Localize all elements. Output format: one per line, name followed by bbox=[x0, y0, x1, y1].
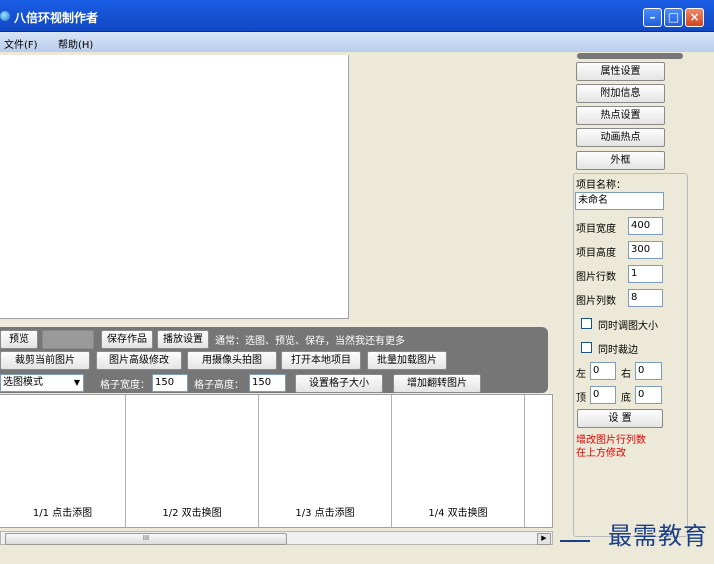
right-label: 右 bbox=[621, 369, 631, 380]
left-label: 左 bbox=[576, 369, 586, 380]
app-icon bbox=[0, 11, 10, 21]
menu-bar: 文件(F) 帮助(H) bbox=[0, 32, 714, 52]
rows-label: 图片行数 bbox=[576, 272, 616, 283]
cols-input[interactable]: 8 bbox=[628, 289, 663, 307]
batch-load-button[interactable]: 批量加载图片 bbox=[367, 351, 447, 370]
save-work-button[interactable]: 保存作品 bbox=[101, 330, 153, 349]
bottom-input[interactable]: 0 bbox=[635, 386, 662, 404]
watermark-text: 最需教育 bbox=[608, 522, 708, 550]
mode-select-value: 选图模式 bbox=[3, 377, 43, 388]
camera-capture-button[interactable]: 用摄像头拍图 bbox=[187, 351, 277, 370]
right-input[interactable]: 0 bbox=[635, 362, 662, 380]
play-settings-button[interactable]: 播放设置 bbox=[157, 330, 209, 349]
width-label: 项目宽度 bbox=[576, 224, 616, 235]
anim-hotspot-button[interactable]: 动画热点 bbox=[576, 128, 665, 147]
sync-crop-label: 同时裁边 bbox=[598, 345, 638, 356]
horizontal-scrollbar[interactable]: III ▶ bbox=[0, 531, 553, 545]
minimize-button[interactable]: – bbox=[643, 8, 662, 27]
crop-current-button[interactable]: 裁剪当前图片 bbox=[0, 351, 90, 370]
toolbar-panel: 预览 保存作品 播放设置 通常：选图、预览、保存，当然我还有更多 裁剪当前图片 … bbox=[0, 327, 548, 393]
thumbnail-cell[interactable] bbox=[525, 395, 552, 527]
note-line-1: 增改图片行列数 bbox=[576, 435, 646, 446]
open-local-button[interactable]: 打开本地项目 bbox=[281, 351, 361, 370]
panel-header-bar bbox=[577, 53, 683, 59]
extra-info-button[interactable]: 附加信息 bbox=[576, 84, 665, 103]
preview-button[interactable]: 预览 bbox=[0, 330, 38, 349]
height-label: 项目高度 bbox=[576, 248, 616, 259]
dropdown-arrow-icon: ▼ bbox=[73, 378, 80, 387]
title-bar: 八倍环视制作者 – □ × bbox=[0, 0, 714, 32]
window-title: 八倍环视制作者 bbox=[14, 11, 99, 25]
height-input[interactable]: 300 bbox=[628, 241, 663, 259]
set-grid-size-button[interactable]: 设置格子大小 bbox=[295, 374, 383, 393]
name-input[interactable]: 未命名 bbox=[575, 192, 664, 210]
watermark-line bbox=[560, 540, 590, 542]
note-text: 增改图片行列数 在上方修改 bbox=[576, 434, 646, 460]
thumbnail-label: 1/4 双击换图 bbox=[428, 508, 488, 519]
sync-resize-checkbox[interactable] bbox=[581, 318, 592, 329]
hint-text: 通常：选图、预览、保存，当然我还有更多 bbox=[215, 336, 405, 347]
top-label: 顶 bbox=[576, 393, 586, 404]
thumbnail-cell[interactable]: 1/4 双击换图 bbox=[392, 395, 525, 527]
thumbnail-strip: 1/1 点击添图 1/2 双击换图 1/3 点击添图 1/4 双击换图 bbox=[0, 394, 553, 528]
maximize-button[interactable]: □ bbox=[664, 8, 683, 27]
thumbnail-label: 1/3 点击添图 bbox=[295, 508, 355, 519]
hotspot-settings-button[interactable]: 热点设置 bbox=[576, 106, 665, 125]
thumbnail-label: 1/2 双击换图 bbox=[162, 508, 222, 519]
disabled-button bbox=[42, 330, 94, 349]
property-settings-button[interactable]: 属性设置 bbox=[576, 62, 665, 81]
grid-width-label: 格子宽度： bbox=[100, 380, 150, 391]
frame-button[interactable]: 外框 bbox=[576, 151, 665, 170]
thumbnail-cell[interactable]: 1/3 点击添图 bbox=[259, 395, 392, 527]
right-panel: 属性设置 附加信息 热点设置 动画热点 外框 项目名称： 未命名 项目宽度 40… bbox=[573, 53, 688, 537]
scrollbar-thumb[interactable]: III bbox=[5, 533, 287, 545]
thumbnail-label: 1/1 点击添图 bbox=[32, 508, 93, 519]
bottom-label: 底 bbox=[621, 393, 631, 404]
mode-select[interactable]: 选图模式 ▼ bbox=[0, 374, 84, 392]
sync-resize-label: 同时调图大小 bbox=[598, 321, 658, 332]
properties-box: 项目名称： 未命名 项目宽度 400 项目高度 300 图片行数 1 图片列数 … bbox=[573, 173, 688, 537]
top-input[interactable]: 0 bbox=[590, 386, 616, 404]
menu-help[interactable]: 帮助(H) bbox=[58, 36, 93, 51]
scroll-right-arrow-icon[interactable]: ▶ bbox=[537, 533, 551, 545]
grid-width-input[interactable]: 150 bbox=[152, 374, 188, 392]
sync-crop-checkbox[interactable] bbox=[581, 342, 592, 353]
cols-label: 图片列数 bbox=[576, 296, 616, 307]
advanced-edit-button[interactable]: 图片高级修改 bbox=[96, 351, 182, 370]
name-label: 项目名称： bbox=[576, 180, 626, 191]
note-line-2: 在上方修改 bbox=[576, 448, 626, 459]
preview-canvas[interactable] bbox=[0, 55, 349, 319]
thumbnail-cell[interactable]: 1/2 双击换图 bbox=[126, 395, 259, 527]
grid-height-label: 格子高度： bbox=[194, 380, 244, 391]
thumbnail-cell[interactable]: 1/1 点击添图 bbox=[0, 395, 126, 527]
set-button[interactable]: 设 置 bbox=[577, 409, 663, 428]
add-flip-image-button[interactable]: 增加翻转图片 bbox=[393, 374, 481, 393]
close-button[interactable]: × bbox=[685, 8, 704, 27]
width-input[interactable]: 400 bbox=[628, 217, 663, 235]
menu-file[interactable]: 文件(F) bbox=[4, 36, 38, 51]
grid-height-input[interactable]: 150 bbox=[249, 374, 286, 392]
rows-input[interactable]: 1 bbox=[628, 265, 663, 283]
left-input[interactable]: 0 bbox=[590, 362, 616, 380]
